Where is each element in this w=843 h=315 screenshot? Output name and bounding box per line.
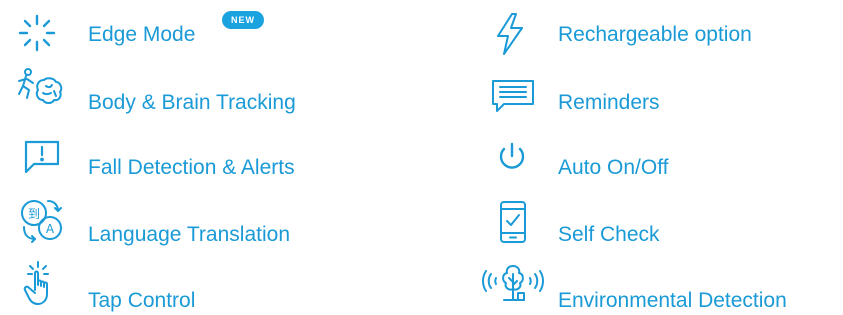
feature-label: Rechargeable option (558, 23, 752, 46)
svg-text:到: 到 (28, 207, 40, 221)
feature-label: Language Translation (88, 223, 290, 246)
power-icon (494, 140, 530, 176)
new-badge: NEW (222, 11, 264, 29)
phone-check-icon (496, 199, 530, 245)
feature-label: Environmental Detection (558, 289, 787, 312)
feature-label: Tap Control (88, 289, 196, 312)
sparkle-icon (16, 12, 58, 54)
feature-label: Fall Detection & Alerts (88, 156, 295, 179)
translate-icon: 到 A (18, 197, 66, 245)
feature-label: Self Check (558, 223, 660, 246)
tree-sound-icon (482, 260, 544, 304)
svg-text:A: A (46, 222, 55, 236)
feature-label: Body & Brain Tracking (88, 91, 296, 114)
tap-hand-icon (22, 260, 62, 308)
feature-label: Reminders (558, 91, 660, 114)
feature-label: Edge Mode (88, 23, 196, 46)
message-lines-icon (490, 78, 536, 116)
runner-brain-icon (16, 66, 68, 110)
alert-message-icon (22, 138, 62, 178)
feature-label: Auto On/Off (558, 156, 669, 179)
lightning-icon (492, 12, 528, 56)
